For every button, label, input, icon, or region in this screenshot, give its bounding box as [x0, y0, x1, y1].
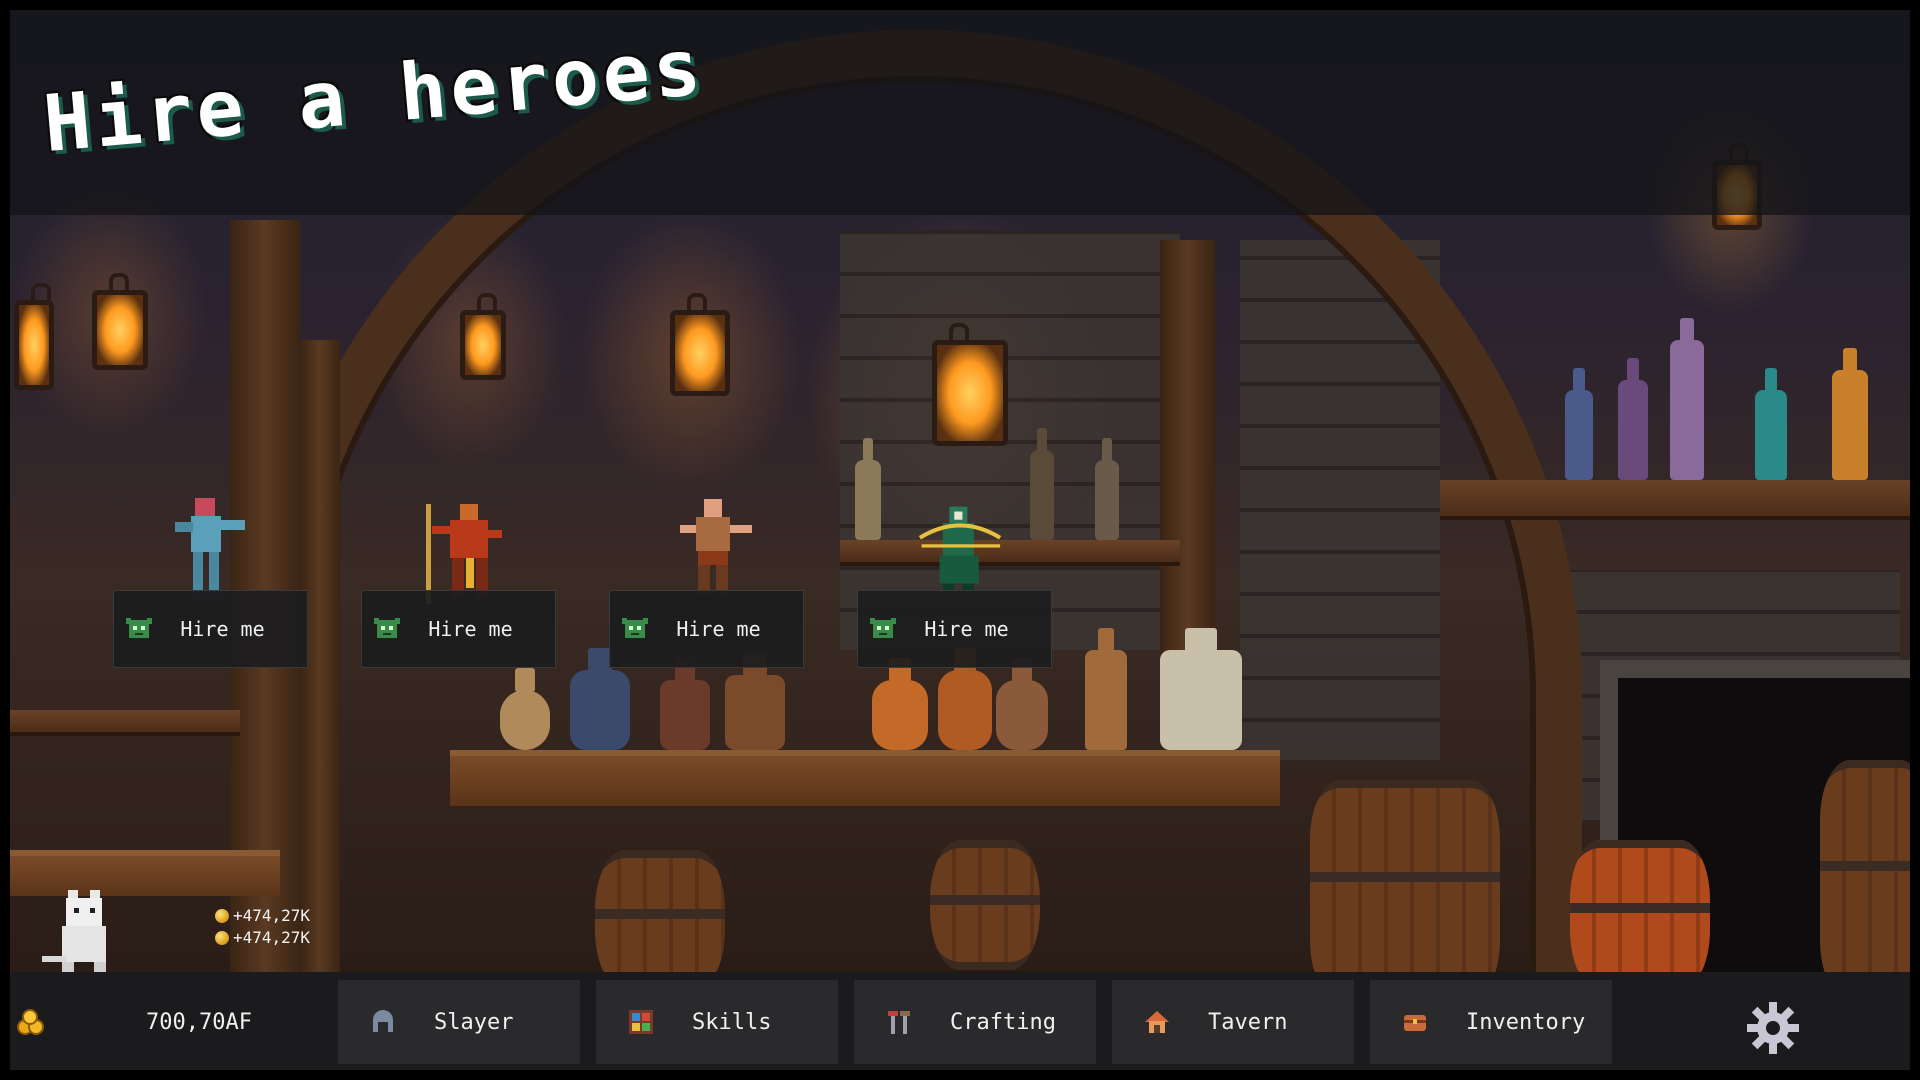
- barrel: [1310, 780, 1500, 972]
- jar: [725, 653, 785, 750]
- jar: [570, 648, 630, 750]
- barrel: [1820, 760, 1910, 972]
- jar: [872, 658, 928, 750]
- pet-cat-sprite[interactable]: [38, 886, 122, 972]
- goblin-face-icon: [870, 618, 896, 638]
- bottle: [1565, 368, 1593, 480]
- hero-sprite-warrior[interactable]: [165, 492, 255, 602]
- nav-slayer-button[interactable]: Slayer: [338, 980, 580, 1064]
- currency-value: 700,70AF: [146, 1009, 252, 1035]
- gear-icon[interactable]: [1745, 1000, 1801, 1056]
- lantern: [92, 273, 148, 370]
- jar: [660, 658, 710, 750]
- barrel: [1570, 840, 1710, 972]
- wall-shelf: [10, 710, 240, 736]
- hire-button-label: Hire me: [180, 617, 265, 641]
- wall-shelf: [840, 540, 1180, 566]
- bottle: [1670, 318, 1704, 480]
- nav-skills-button[interactable]: Skills: [596, 980, 838, 1064]
- hire-button[interactable]: Hire me: [361, 590, 556, 668]
- hire-button-label: Hire me: [924, 617, 1009, 641]
- bottle: [1030, 428, 1054, 540]
- income-value: +474,27K: [233, 928, 311, 947]
- nav-tavern-button[interactable]: Tavern: [1112, 980, 1354, 1064]
- hire-button[interactable]: Hire me: [857, 590, 1052, 668]
- bottle: [1618, 358, 1648, 480]
- bottom-nav-bar: 700,70AF Slayer Skills Crafting Tavern I…: [10, 972, 1910, 1070]
- goblin-face-icon: [622, 618, 648, 638]
- lantern: [670, 293, 730, 396]
- bottle: [1085, 628, 1127, 750]
- lantern: [14, 283, 54, 390]
- gold-coins-icon: [17, 1009, 44, 1035]
- gold-coin-icon: [215, 909, 229, 923]
- hire-button-label: Hire me: [428, 617, 513, 641]
- hero-sprite-brawler[interactable]: [670, 495, 760, 605]
- nav-slayer-label: Slayer: [434, 1009, 514, 1035]
- currency-display: 700,70AF: [10, 980, 330, 1064]
- gold-coin-icon: [215, 931, 229, 945]
- wall-shelf: [1440, 480, 1910, 520]
- nav-inventory-label: Inventory: [1466, 1009, 1586, 1035]
- helmet-icon: [373, 1010, 393, 1032]
- chest-icon: [1404, 1015, 1426, 1031]
- bar-counter: [450, 750, 1280, 806]
- tavern-house-icon: [1145, 1011, 1169, 1033]
- hire-button[interactable]: Hire me: [113, 590, 308, 668]
- jar: [1160, 628, 1242, 750]
- nav-inventory-button[interactable]: Inventory: [1370, 980, 1612, 1064]
- nav-skills-label: Skills: [692, 1009, 772, 1035]
- jar: [938, 648, 992, 750]
- goblin-face-icon: [126, 618, 152, 638]
- tools-icon: [888, 1011, 910, 1034]
- skills-grid-icon: [629, 1010, 653, 1034]
- hire-button-label: Hire me: [676, 617, 761, 641]
- income-value: +474,27K: [233, 906, 311, 925]
- barrel: [930, 840, 1040, 970]
- game-viewport: Hire a heroes Hire me Hire me Hire me Hi…: [10, 10, 1910, 1070]
- nav-crafting-button[interactable]: Crafting: [854, 980, 1096, 1064]
- bottle: [855, 438, 881, 540]
- nav-tavern-label: Tavern: [1208, 1009, 1288, 1035]
- goblin-face-icon: [374, 618, 400, 638]
- jar: [996, 658, 1048, 750]
- lantern: [932, 323, 1008, 446]
- jar: [500, 668, 550, 750]
- bottle: [1755, 368, 1787, 480]
- bottle: [1832, 348, 1868, 480]
- nav-crafting-label: Crafting: [950, 1009, 1056, 1035]
- hero-sprite-archer[interactable]: [915, 495, 1005, 605]
- bottle: [1095, 438, 1119, 540]
- tavern-background: Hire a heroes Hire me Hire me Hire me Hi…: [10, 10, 1910, 972]
- hire-button[interactable]: Hire me: [609, 590, 804, 668]
- lantern: [460, 293, 506, 380]
- income-popup: +474,27K +474,27K: [215, 905, 310, 949]
- barrel: [595, 850, 725, 972]
